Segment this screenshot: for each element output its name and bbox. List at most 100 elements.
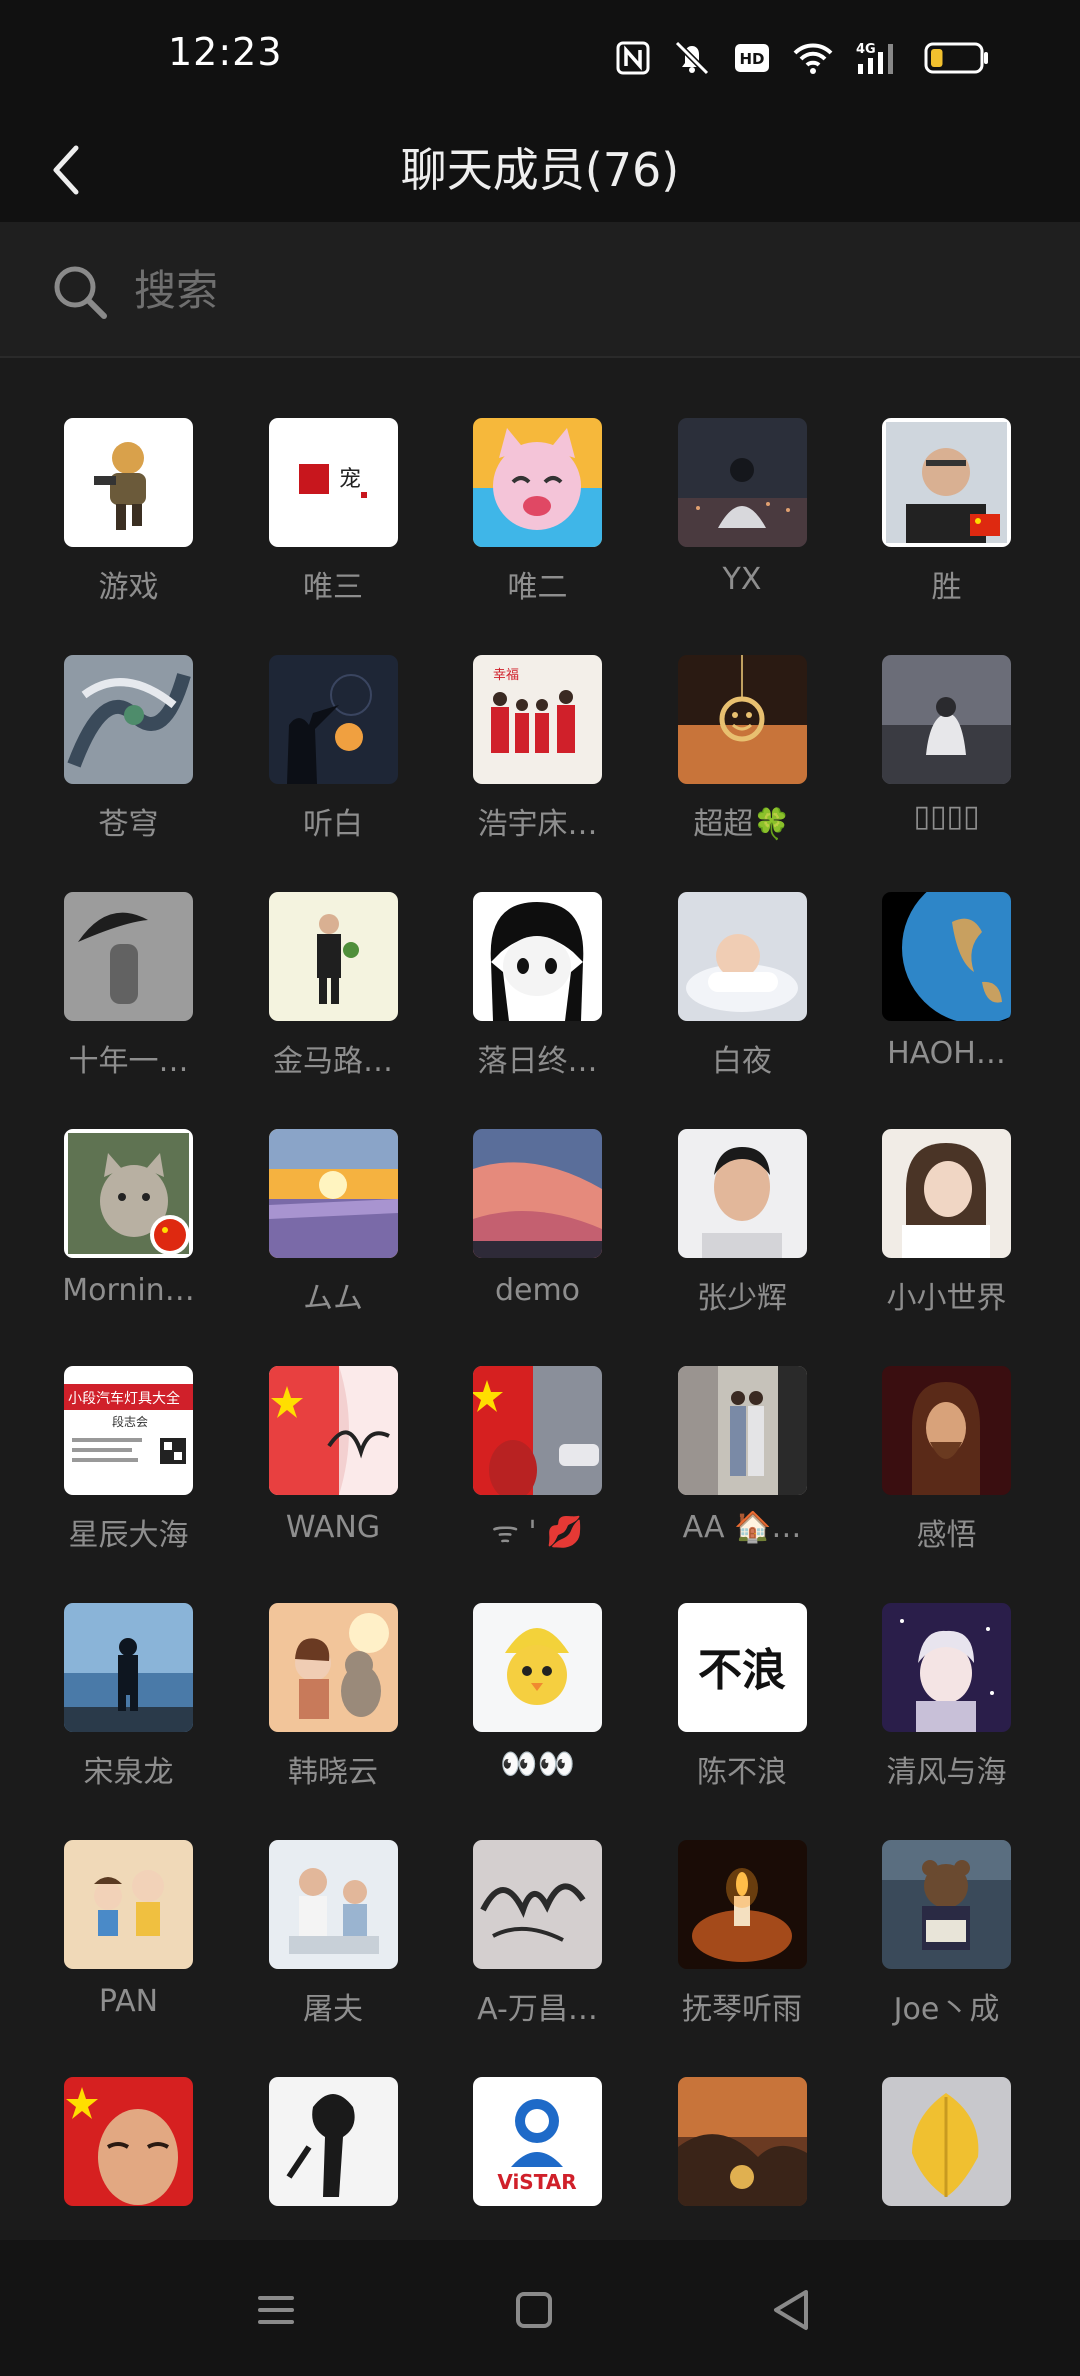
- search-icon: [54, 266, 107, 319]
- member-item[interactable]: 落日终…: [435, 892, 640, 1092]
- member-item[interactable]: 不浪 陈不浪: [640, 1603, 845, 1803]
- member-name: 👀👀: [500, 1747, 575, 1782]
- member-item[interactable]: 感悟: [844, 1366, 1049, 1566]
- member-avatar[interactable]: [64, 1129, 193, 1258]
- member-avatar[interactable]: [473, 1129, 602, 1258]
- member-avatar[interactable]: [473, 892, 602, 1021]
- member-item[interactable]: 清风与海: [844, 1603, 1049, 1803]
- member-item[interactable]: ViSTAR: [435, 2077, 640, 2240]
- member-item[interactable]: 超超🍀: [640, 655, 845, 855]
- member-avatar[interactable]: [882, 1366, 1011, 1495]
- member-avatar[interactable]: [268, 1840, 398, 1969]
- member-avatar[interactable]: [473, 1366, 602, 1495]
- member-item[interactable]: PAN: [26, 1840, 231, 2040]
- member-avatar[interactable]: [64, 1603, 193, 1732]
- member-name: 陈不浪: [697, 1755, 787, 1790]
- member-avatar[interactable]: [677, 892, 807, 1021]
- nav-back-button[interactable]: [764, 2282, 820, 2338]
- member-item[interactable]: [231, 2077, 436, 2240]
- member-avatar[interactable]: [882, 1603, 1011, 1732]
- member-item[interactable]: 苍穹: [26, 655, 231, 855]
- member-item[interactable]: demo: [435, 1129, 640, 1329]
- member-name: Mornin…: [62, 1273, 195, 1308]
- member-avatar[interactable]: [64, 1840, 193, 1969]
- member-item[interactable]: HAOH…: [844, 892, 1049, 1092]
- member-item[interactable]: 听白: [231, 655, 436, 855]
- member-item[interactable]: 宋泉龙: [26, 1603, 231, 1803]
- member-avatar[interactable]: [473, 1603, 602, 1732]
- member-item[interactable]: 抚琴听雨: [640, 1840, 845, 2040]
- member-item[interactable]: YX: [640, 418, 845, 618]
- member-item[interactable]: 屠夫: [231, 1840, 436, 2040]
- member-avatar[interactable]: [268, 892, 398, 1021]
- member-item[interactable]: 白夜: [640, 892, 845, 1092]
- menu-button[interactable]: [248, 2282, 304, 2338]
- member-item[interactable]: Mornin…: [26, 1129, 231, 1329]
- member-item[interactable]: [844, 2077, 1049, 2240]
- member-avatar[interactable]: [677, 2077, 807, 2206]
- member-avatar[interactable]: 宠: [268, 418, 398, 547]
- member-item[interactable]: 金马路…: [231, 892, 436, 1092]
- member-name: 抚琴听雨: [682, 1992, 802, 2027]
- member-avatar[interactable]: [268, 655, 398, 784]
- member-item[interactable]: [26, 2077, 231, 2240]
- member-avatar[interactable]: [677, 1129, 807, 1258]
- member-avatar[interactable]: ViSTAR: [473, 2077, 602, 2206]
- member-avatar[interactable]: [473, 1840, 602, 1969]
- member-item[interactable]: WANG: [231, 1366, 436, 1566]
- member-avatar[interactable]: [882, 892, 1011, 1021]
- member-avatar[interactable]: [64, 418, 193, 547]
- member-avatar[interactable]: [64, 2077, 193, 2206]
- member-avatar[interactable]: 幸福: [473, 655, 602, 784]
- svg-text:ViSTAR: ViSTAR: [497, 2170, 576, 2194]
- member-item[interactable]: A-万昌…: [435, 1840, 640, 2040]
- member-item[interactable]: 十年一…: [26, 892, 231, 1092]
- member-avatar[interactable]: [64, 892, 193, 1021]
- member-item[interactable]: 胜: [844, 418, 1049, 618]
- member-item[interactable]: 小小世界: [844, 1129, 1049, 1329]
- member-avatar[interactable]: [677, 1840, 807, 1969]
- member-avatar[interactable]: [882, 2077, 1011, 2206]
- member-item[interactable]: 小段汽车灯具大全 段志会 星辰大海: [26, 1366, 231, 1566]
- member-item[interactable]: 唯二: [435, 418, 640, 618]
- member-name: HAOH…: [887, 1036, 1006, 1071]
- member-avatar[interactable]: [677, 655, 807, 784]
- navigation-bar: [0, 2240, 1080, 2376]
- member-item[interactable]: 张少辉: [640, 1129, 845, 1329]
- member-avatar[interactable]: [882, 1129, 1011, 1258]
- member-item[interactable]: ▯▯▯▯: [844, 655, 1049, 855]
- search-bar[interactable]: [0, 222, 1080, 358]
- member-name: 韩晓云: [288, 1755, 378, 1790]
- member-avatar[interactable]: [677, 418, 807, 547]
- member-item[interactable]: [640, 2077, 845, 2240]
- member-item[interactable]: 👀👀: [435, 1603, 640, 1803]
- search-input[interactable]: [132, 258, 1016, 322]
- member-avatar[interactable]: [268, 2077, 398, 2206]
- wifi-icon: [792, 41, 834, 79]
- member-item[interactable]: 宠唯三: [231, 418, 436, 618]
- member-avatar[interactable]: 不浪: [677, 1603, 807, 1732]
- member-avatar[interactable]: [473, 418, 602, 547]
- member-avatar[interactable]: [677, 1366, 807, 1495]
- member-item[interactable]: ムム: [231, 1129, 436, 1329]
- member-item[interactable]: Joe丶成: [844, 1840, 1049, 2040]
- member-item[interactable]: 韩晓云: [231, 1603, 436, 1803]
- battery-icon: [924, 41, 990, 79]
- member-item[interactable]: AA 🏠…: [640, 1366, 845, 1566]
- member-avatar[interactable]: [882, 1840, 1011, 1969]
- member-name: 唯三: [303, 570, 363, 605]
- member-avatar[interactable]: [268, 1129, 398, 1258]
- member-avatar[interactable]: [268, 1366, 398, 1495]
- member-item[interactable]: 游戏: [26, 418, 231, 618]
- member-item[interactable]: 幸福 浩宇床…: [435, 655, 640, 855]
- member-avatar[interactable]: [268, 1603, 398, 1732]
- home-button[interactable]: [506, 2282, 562, 2338]
- status-bar: 12:23 HD 4G: [0, 0, 1080, 118]
- member-name: 宋泉龙: [83, 1755, 174, 1790]
- member-item[interactable]: ᯤ ' 💋: [435, 1366, 640, 1566]
- member-avatar[interactable]: [882, 655, 1011, 784]
- member-avatar[interactable]: [64, 655, 193, 784]
- member-avatar[interactable]: 小段汽车灯具大全 段志会: [64, 1366, 193, 1495]
- member-grid[interactable]: 游戏宠唯三 唯二 YX 胜苍穹 听白 幸福 浩宇床… 超超🍀 ▯▯▯▯ 十年一… 金马路… 落日终… 白…: [0, 356, 1080, 2240]
- member-avatar[interactable]: [882, 418, 1011, 547]
